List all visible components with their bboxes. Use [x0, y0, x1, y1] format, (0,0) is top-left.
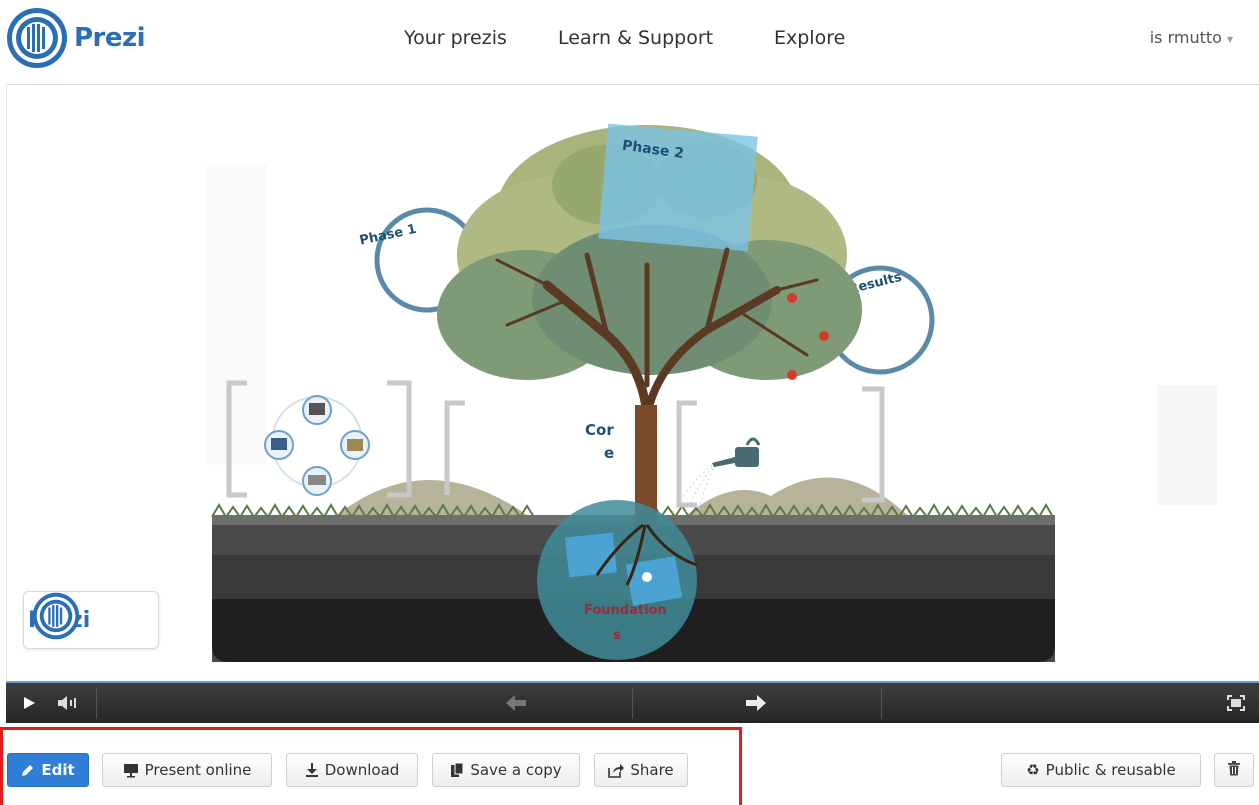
nav-learn-support[interactable]: Learn & Support: [558, 27, 713, 49]
nav-your-prezis[interactable]: Your prezis: [404, 27, 507, 49]
prezi-badge-icon: [32, 592, 80, 640]
label-foundations-bottom: s: [613, 628, 621, 643]
logo-text: Prezi: [74, 23, 146, 53]
volume-icon: [58, 696, 76, 710]
download-label: Download: [324, 761, 400, 779]
player-bar: [6, 681, 1259, 723]
pencil-icon: [21, 763, 35, 777]
nav-explore[interactable]: Explore: [774, 27, 845, 49]
edit-label: Edit: [41, 761, 75, 779]
public-reusable-label: Public & reusable: [1045, 761, 1176, 779]
user-menu[interactable]: is rmutto ▾: [1150, 28, 1233, 47]
download-button[interactable]: Download: [286, 753, 418, 787]
presentation-screen-icon: [123, 762, 139, 778]
fullscreen-icon: [1227, 695, 1245, 711]
prezi-logo[interactable]: Prezi: [6, 8, 146, 68]
presentation-canvas: Phase 1 Results Phase 2 Cor e Foundation…: [207, 123, 1217, 662]
previous-button[interactable]: [426, 683, 606, 723]
label-core-top: Cor: [585, 421, 614, 439]
public-reusable-button[interactable]: ♻ Public & reusable: [1001, 753, 1201, 787]
share-icon: [608, 762, 625, 778]
next-button[interactable]: [666, 683, 846, 723]
label-foundations-top: Foundation: [584, 603, 667, 618]
previous-arrow-icon: [506, 695, 526, 711]
top-header: Prezi Your prezis Learn & Support Explor…: [0, 0, 1259, 80]
prezi-logo-icon: [7, 8, 67, 68]
delete-button[interactable]: [1214, 753, 1254, 787]
recycle-icon: ♻: [1026, 761, 1040, 779]
chevron-down-icon: ▾: [1226, 32, 1233, 46]
edit-button[interactable]: Edit: [7, 753, 89, 787]
trash-icon: [1228, 760, 1240, 780]
presentation-viewer[interactable]: Phase 1 Results Phase 2 Cor e Foundation…: [6, 84, 1259, 681]
user-name: is rmutto: [1149, 28, 1222, 47]
play-icon: [24, 697, 35, 709]
present-online-button[interactable]: Present online: [102, 753, 272, 787]
save-copy-label: Save a copy: [470, 761, 562, 779]
label-core-bottom: e: [604, 444, 614, 462]
fullscreen-button[interactable]: [1218, 683, 1254, 723]
download-icon: [305, 762, 319, 778]
copy-icon: [450, 762, 464, 778]
next-arrow-icon: [746, 695, 766, 711]
share-button[interactable]: Share: [594, 753, 688, 787]
present-online-label: Present online: [144, 761, 252, 779]
save-copy-button[interactable]: Save a copy: [432, 753, 580, 787]
play-button[interactable]: [14, 683, 44, 723]
prezi-badge[interactable]: Prezi: [23, 591, 159, 649]
share-label: Share: [630, 761, 674, 779]
volume-button[interactable]: [48, 683, 88, 723]
